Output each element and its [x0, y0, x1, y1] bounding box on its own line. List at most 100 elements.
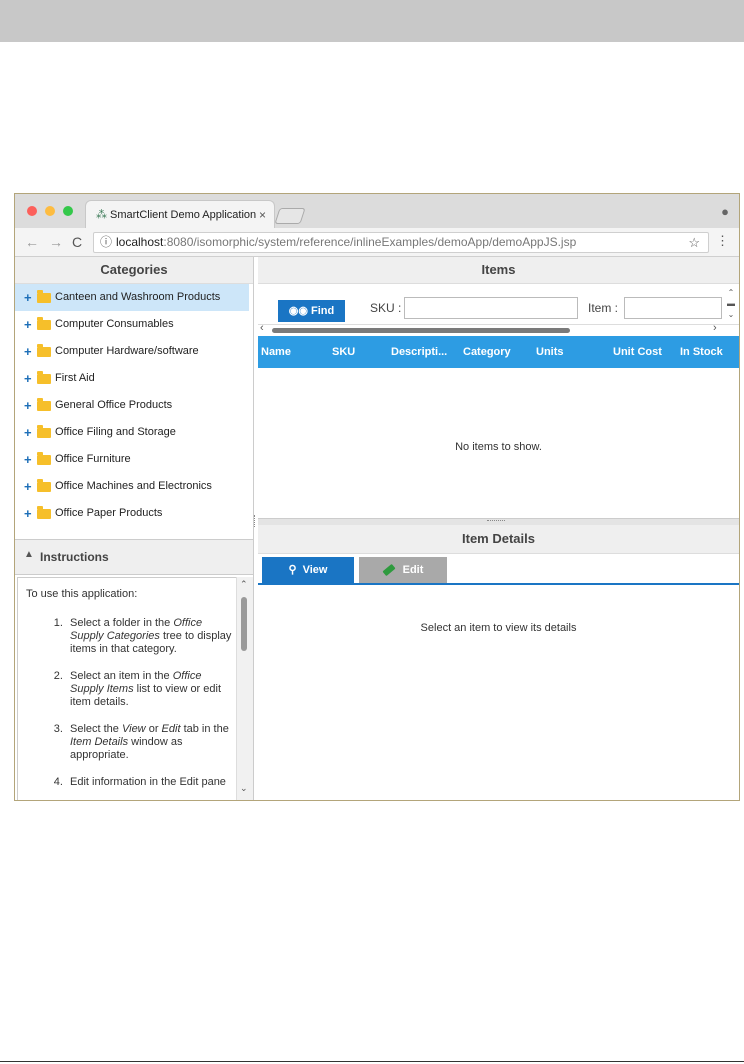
expand-plus-icon[interactable]: +	[24, 284, 32, 311]
column-header-description[interactable]: Descripti...	[391, 336, 447, 368]
item-details-header: Item Details	[258, 525, 739, 554]
tree-item[interactable]: + Computer Consumables	[15, 311, 249, 338]
horizontal-scroll-thumb[interactable]	[272, 328, 570, 333]
items-header: Items	[258, 257, 739, 284]
column-header-in-stock[interactable]: In Stock	[680, 336, 723, 368]
tab-title: SmartClient Demo Application	[110, 209, 257, 221]
tree-item[interactable]: + Office Paper Products	[15, 500, 249, 527]
instructions-scrollbar[interactable]: ⌃ ⌄	[236, 577, 253, 800]
maximize-window-dot[interactable]	[63, 206, 73, 216]
instruction-step: Select the View or Edit tab in the Item …	[66, 723, 236, 762]
profile-icon[interactable]: ●	[721, 204, 729, 219]
expand-plus-icon[interactable]: +	[24, 338, 32, 365]
bottom-rule	[0, 1061, 744, 1062]
item-details-body: Select an item to view its details	[258, 585, 739, 800]
url-field[interactable]: ⓘ localhost:8080/isomorphic/system/refer…	[93, 232, 709, 253]
browser-menu-icon[interactable]: ⋮	[716, 233, 729, 249]
find-button[interactable]: ◉◉ Find	[278, 300, 345, 322]
instructions-list: Select a folder in the Office Supply Cat…	[18, 617, 236, 789]
magnifier-icon: ⚲	[288, 564, 297, 576]
folder-icon	[37, 290, 51, 303]
scroll-left-icon[interactable]: ‹	[260, 322, 264, 334]
form-scrollbar[interactable]: ⌃ ▬ ⌄	[724, 287, 738, 323]
back-arrow-icon[interactable]: ←	[25, 234, 39, 250]
tab-close-icon[interactable]: ×	[259, 201, 266, 229]
instructions-body: To use this application: Select a folder…	[17, 577, 237, 800]
url-host: localhost	[116, 235, 164, 249]
categories-header: Categories	[15, 257, 253, 284]
column-header-unit-cost[interactable]: Unit Cost	[613, 336, 662, 368]
categories-tree: + Canteen and Washroom Products + Computer …	[15, 284, 249, 538]
tree-item[interactable]: + Computer Hardware/software	[15, 338, 249, 365]
expand-plus-icon[interactable]: +	[24, 473, 32, 500]
collapse-chevron-icon[interactable]: ▲	[24, 549, 34, 560]
browser-window: ⁂ SmartClient Demo Application × ● ← → C…	[14, 193, 740, 801]
scroll-up-icon[interactable]: ⌃	[240, 579, 248, 590]
expand-plus-icon[interactable]: +	[24, 446, 32, 473]
tree-item-label: Canteen and Washroom Products	[55, 291, 221, 303]
items-grid-header: Name SKU Descripti... Category Units Uni…	[258, 336, 739, 368]
bookmark-star-icon[interactable]: ☆	[688, 233, 700, 252]
tree-item-label: Computer Consumables	[55, 318, 174, 330]
expand-plus-icon[interactable]: +	[24, 365, 32, 392]
forward-arrow-icon[interactable]: →	[49, 234, 63, 250]
column-header-units[interactable]: Units	[536, 336, 564, 368]
tree-item[interactable]: + General Office Products	[15, 392, 249, 419]
scroll-thumb[interactable]	[241, 597, 247, 651]
column-header-category[interactable]: Category	[463, 336, 511, 368]
url-path: :8080/isomorphic/system/reference/inline…	[163, 235, 577, 249]
tree-item-label: Office Filing and Storage	[55, 426, 176, 438]
item-details-tabbar: ⚲ View Edit	[258, 554, 739, 585]
browser-tab[interactable]: ⁂ SmartClient Demo Application ×	[85, 200, 275, 229]
expand-plus-icon[interactable]: +	[24, 500, 32, 527]
item-search-form: ◉◉ Find SKU : Item : ⌃ ▬ ⌄	[258, 286, 739, 325]
folder-icon	[37, 398, 51, 411]
expand-plus-icon[interactable]: +	[24, 419, 32, 446]
browser-tab-strip: ⁂ SmartClient Demo Application × ●	[15, 194, 739, 229]
column-header-sku[interactable]: SKU	[332, 336, 355, 368]
instructions-header[interactable]: ▲ Instructions	[15, 539, 253, 575]
scroll-down-icon[interactable]: ⌄	[240, 783, 248, 794]
tab-view[interactable]: ⚲ View	[262, 557, 354, 583]
form-horizontal-scrollbar[interactable]: ‹ ›	[258, 322, 724, 335]
instructions-intro: To use this application:	[26, 588, 138, 600]
tree-item[interactable]: + Office Furniture	[15, 446, 249, 473]
close-window-dot[interactable]	[27, 206, 37, 216]
tree-item-label: Office Machines and Electronics	[55, 480, 212, 492]
tree-item[interactable]: + Canteen and Washroom Products	[15, 284, 249, 311]
details-empty-message: Select an item to view its details	[420, 622, 577, 634]
instruction-emphasis: Edit	[161, 723, 181, 735]
instruction-text: Select an item in the	[70, 670, 173, 682]
binoculars-icon: ◉◉	[288, 305, 308, 317]
instruction-emphasis: View	[121, 723, 146, 735]
sku-input[interactable]	[404, 297, 578, 319]
folder-icon	[37, 506, 51, 519]
tab-edit[interactable]: Edit	[359, 557, 447, 583]
instruction-text: Select a folder in the	[70, 617, 174, 629]
scroll-right-icon[interactable]: ›	[713, 322, 717, 334]
tree-item-label: Office Furniture	[55, 453, 131, 465]
expand-plus-icon[interactable]: +	[24, 311, 32, 338]
tree-item[interactable]: + First Aid	[15, 365, 249, 392]
item-input[interactable]	[624, 297, 722, 319]
instruction-step: Select a folder in the Office Supply Cat…	[66, 617, 236, 656]
tree-item[interactable]: + Office Machines and Electronics	[15, 473, 249, 500]
info-icon[interactable]: ⓘ	[100, 233, 112, 252]
tree-item[interactable]: + Office Filing and Storage	[15, 419, 249, 446]
reload-icon[interactable]: C	[72, 234, 82, 250]
tab-edit-label: Edit	[402, 564, 424, 576]
expand-plus-icon[interactable]: +	[24, 392, 32, 419]
top-gray-band	[0, 0, 744, 42]
tree-item-label: Computer Hardware/software	[55, 345, 199, 357]
tree-item-label: Office Paper Products	[55, 507, 163, 519]
minimize-window-dot[interactable]	[45, 206, 55, 216]
splitter-grip[interactable]	[487, 520, 505, 523]
app-area: Categories + Canteen and Washroom Product…	[15, 257, 739, 800]
instruction-text: Edit information in the Edit pane	[70, 776, 226, 788]
pencil-icon	[382, 563, 396, 577]
instruction-text: or	[145, 723, 162, 735]
column-header-name[interactable]: Name	[261, 336, 291, 368]
new-tab-button[interactable]	[274, 208, 306, 224]
right-pane: Items ◉◉ Find SKU : Item : ⌃ ▬ ⌄ ‹ › Name …	[258, 257, 739, 800]
tree-item-label: First Aid	[55, 372, 95, 384]
